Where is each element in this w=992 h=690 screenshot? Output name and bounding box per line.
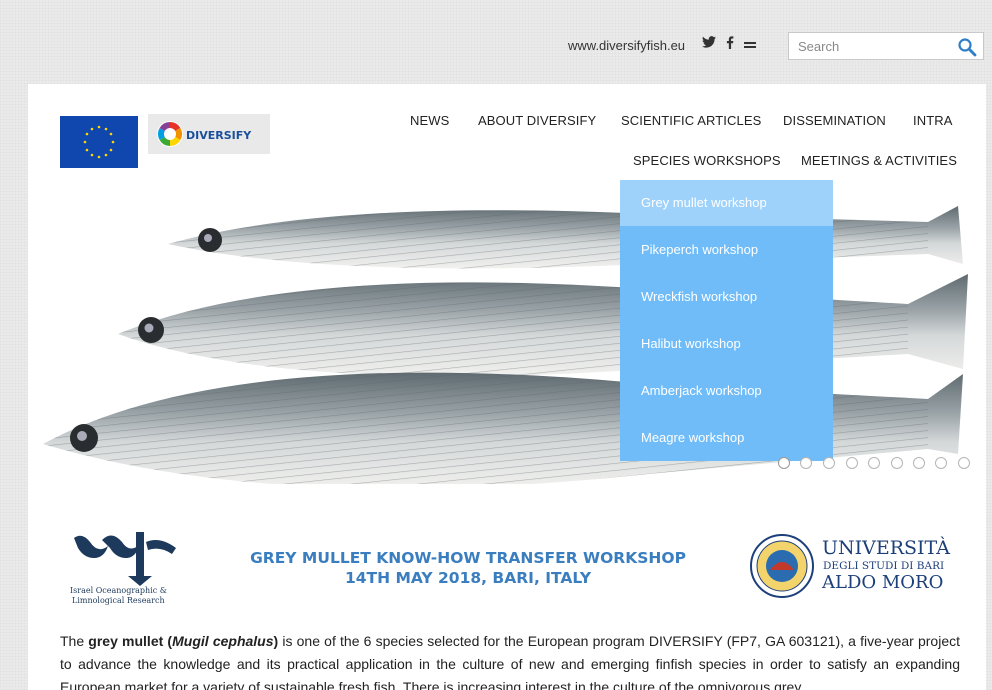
nav-species-workshops[interactable]: SPECIES WORKSHOPS: [633, 153, 781, 168]
workshop-title: GREY MULLET KNOW-HOW TRANSFER WORKSHOP 1…: [208, 548, 728, 588]
dropdown-item-wreckfish[interactable]: Wreckfish workshop: [620, 274, 833, 320]
main-panel: DIVERSIFY NEWS ABOUT DIVERSIFY SCIENTIFI…: [28, 84, 986, 690]
slider-dot[interactable]: [935, 457, 947, 469]
search-box: [788, 32, 984, 60]
slider-dot[interactable]: [800, 457, 812, 469]
diversify-logo-text: DIVERSIFY: [186, 129, 252, 142]
dropdown-item-halibut[interactable]: Halibut workshop: [620, 321, 833, 367]
slider-dot[interactable]: [823, 457, 835, 469]
dropdown-item-grey-mullet[interactable]: Grey mullet workshop: [620, 180, 833, 226]
uniba-logo: UNIVERSITÀ DEGLI STUDI DI BARI ALDO MORO: [746, 530, 956, 602]
uniba-logo-line2: DEGLI STUDI DI BARI: [823, 560, 944, 572]
species-workshops-dropdown: Grey mullet workshop Pikeperch workshop …: [620, 180, 833, 461]
search-input[interactable]: [789, 33, 949, 59]
nav-intra[interactable]: INTRA: [913, 113, 953, 128]
nav-news[interactable]: NEWS: [410, 113, 449, 128]
uniba-logo-line3: ALDO MORO: [821, 572, 943, 593]
slider-dot[interactable]: [891, 457, 903, 469]
fish-top: [168, 206, 963, 269]
iolr-logo-line2: Limnological Research: [72, 596, 165, 605]
workshop-title-line2: 14TH MAY 2018, BARI, ITALY: [344, 569, 592, 587]
intro-paragraph: The grey mullet (Mugil cephalus) is one …: [60, 633, 960, 690]
nav-about-diversify[interactable]: ABOUT DIVERSIFY: [478, 113, 596, 128]
uniba-logo-line1: UNIVERSITÀ: [822, 536, 950, 559]
slider-dot[interactable]: [913, 457, 925, 469]
site-url-link[interactable]: www.diversifyfish.eu: [568, 38, 685, 53]
nav-meetings-activities[interactable]: MEETINGS & ACTIVITIES: [801, 153, 957, 168]
nav-scientific-articles[interactable]: SCIENTIFIC ARTICLES: [621, 113, 761, 128]
dropdown-item-pikeperch[interactable]: Pikeperch workshop: [620, 227, 833, 273]
search-icon[interactable]: [957, 37, 977, 57]
dropdown-item-meagre[interactable]: Meagre workshop: [620, 415, 833, 461]
nav-dissemination[interactable]: DISSEMINATION: [783, 113, 886, 128]
slider-dot[interactable]: [846, 457, 858, 469]
iolr-logo-line1: Israel Oceanographic &: [70, 586, 167, 595]
slider-dot[interactable]: [958, 457, 970, 469]
eu-flag-logo: [60, 116, 138, 168]
twitter-icon[interactable]: [702, 36, 716, 51]
top-utility-bar: www.diversifyfish.eu: [0, 0, 992, 84]
facebook-icon[interactable]: [726, 36, 734, 52]
workshop-title-line1: GREY MULLET KNOW-HOW TRANSFER WORKSHOP: [250, 549, 686, 567]
iolr-logo: Israel Oceanographic & Limnological Rese…: [68, 528, 188, 608]
email-icon[interactable]: [744, 38, 756, 53]
slider-dot[interactable]: [868, 457, 880, 469]
fish-middle: [118, 274, 968, 377]
slider-dot[interactable]: [778, 457, 790, 469]
hero-slider-image: [28, 194, 986, 484]
dropdown-item-amberjack[interactable]: Amberjack workshop: [620, 368, 833, 414]
diversify-logo[interactable]: DIVERSIFY: [148, 114, 270, 154]
